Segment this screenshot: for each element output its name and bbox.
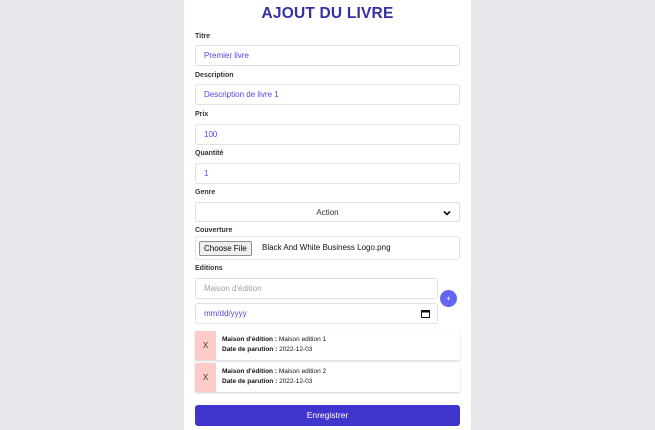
chevron-down-icon (443, 210, 451, 216)
genre-selected-value: Action (316, 208, 339, 217)
choose-file-button[interactable]: Choose File (199, 241, 252, 256)
prix-input[interactable]: 100 (195, 124, 460, 145)
date-key: Date de parution : (222, 377, 278, 385)
quantite-label: Quantité (195, 150, 224, 157)
prix-label: Prix (195, 111, 209, 118)
edition-item: X Maison d'édition : Maison edition 2 Da… (195, 363, 460, 392)
book-form-card: AJOUT DU LIVRE Titre Premier livre Descr… (184, 0, 471, 430)
editions-label: Editions (195, 265, 223, 272)
quantite-input[interactable]: 1 (195, 163, 460, 184)
maison-edition-input[interactable]: Maison d'édition (195, 278, 438, 299)
add-edition-button[interactable]: + (440, 290, 457, 307)
genre-select[interactable]: Action (195, 202, 460, 222)
maison-value: Maison edition 1 (278, 336, 327, 343)
maison-key: Maison d'édition : (222, 368, 277, 375)
calendar-icon[interactable] (421, 309, 430, 318)
genre-label: Genre (195, 189, 216, 196)
save-button[interactable]: Enregistrer (195, 405, 460, 426)
date-value: 2022-12-03 (279, 377, 313, 385)
titre-label: Titre (195, 33, 211, 40)
maison-key: Maison d'édition : (222, 336, 277, 343)
page-title: AJOUT DU LIVRE (261, 5, 394, 22)
remove-edition-button[interactable]: X (195, 331, 216, 360)
description-label: Description (195, 72, 234, 79)
maison-value: Maison edition 2 (278, 368, 327, 375)
date-value: 2022-12-03 (279, 345, 313, 353)
remove-edition-button[interactable]: X (195, 363, 216, 392)
couverture-file-input[interactable]: Choose File Black And White Business Log… (195, 236, 460, 260)
edition-item: X Maison d'édition : Maison edition 1 Da… (195, 331, 460, 360)
selected-file-name: Black And White Business Logo.png (262, 243, 391, 252)
titre-input[interactable]: Premier livre (195, 45, 460, 66)
date-key: Date de parution : (222, 345, 278, 353)
description-input[interactable]: Description de livre 1 (195, 84, 460, 105)
edition-details: Maison d'édition : Maison edition 1 Date… (222, 335, 326, 354)
date-parution-input[interactable]: mm/dd/yyyy (195, 303, 438, 324)
edition-details: Maison d'édition : Maison edition 2 Date… (222, 367, 326, 386)
couverture-label: Couverture (195, 227, 233, 234)
date-placeholder: mm/dd/yyyy (204, 309, 247, 318)
maison-edition-placeholder: Maison d'édition (204, 284, 262, 293)
